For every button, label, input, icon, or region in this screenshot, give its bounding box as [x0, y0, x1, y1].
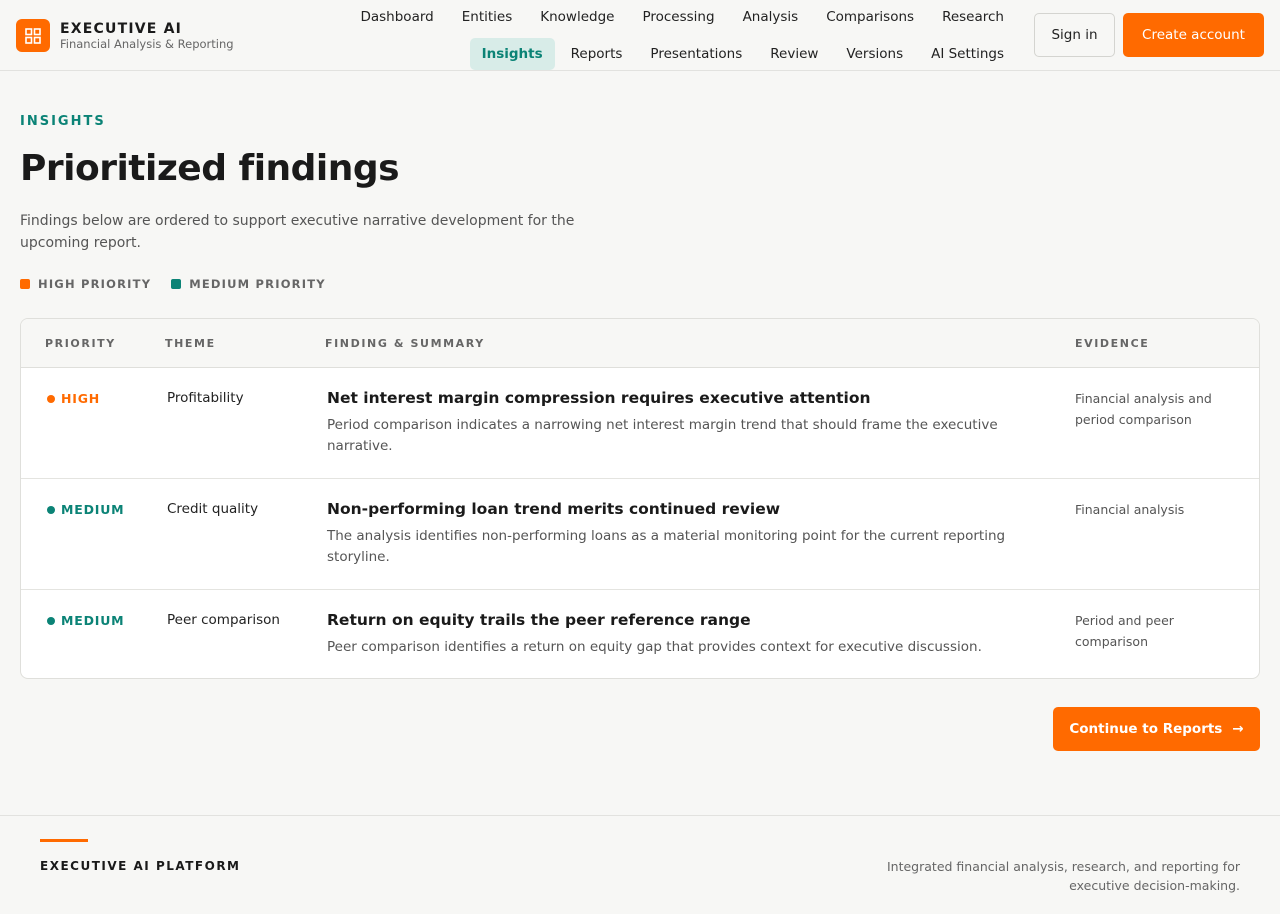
priority-dot	[47, 616, 55, 625]
app-header: EXECUTIVE AI Financial Analysis & Report…	[0, 0, 1280, 71]
legend-high-label: HIGH PRIORITY	[38, 277, 152, 291]
continue-label: Continue to Reports	[1069, 721, 1223, 737]
nav-reports[interactable]: Reports	[559, 38, 635, 70]
sign-in-button[interactable]: Sign in	[1034, 13, 1115, 57]
legend-medium-swatch	[171, 279, 182, 289]
legend-high: HIGH PRIORITY	[20, 277, 151, 291]
nav-review[interactable]: Review	[758, 38, 830, 70]
nav-presentations[interactable]: Presentations	[638, 38, 754, 70]
nav-research[interactable]: Research	[930, 1, 1016, 33]
nav-dashboard[interactable]: Dashboard	[348, 1, 445, 33]
priority-legend: HIGH PRIORITY MEDIUM PRIORITY	[20, 277, 346, 291]
priority-dot	[47, 505, 55, 514]
arrow-right-icon: →	[1232, 721, 1244, 737]
footer-platform-name: EXECUTIVE AI PLATFORM	[40, 859, 241, 873]
page-description: Findings below are ordered to support ex…	[20, 213, 575, 251]
brand-name: EXECUTIVE AI	[60, 20, 183, 37]
create-account-button[interactable]: Create account	[1123, 13, 1264, 57]
findings-table: PRIORITY THEME FINDING & SUMMARY EVIDENC…	[20, 318, 1260, 679]
theme-cell: Peer comparison	[167, 612, 280, 628]
section-eyebrow: INSIGHTS	[20, 114, 106, 129]
priority-label: MEDIUM	[61, 613, 125, 628]
nav-row-primary: Dashboard Entities Knowledge Processing …	[316, 0, 1016, 34]
nav-versions[interactable]: Versions	[834, 38, 915, 70]
finding-summary: Peer comparison identifies a return on e…	[327, 639, 982, 655]
theme-cell: Profitability	[167, 390, 244, 406]
evidence-cell: Financial analysis and period comparison	[1075, 391, 1212, 427]
legend-high-swatch	[20, 279, 30, 289]
finding-title: Non-performing loan trend merits continu…	[327, 500, 781, 518]
nav-row-secondary: Insights Reports Presentations Review Ve…	[316, 38, 1016, 70]
footer-tagline: Integrated financial analysis, research,…	[886, 859, 1240, 893]
evidence-cell: Financial analysis	[1075, 502, 1185, 517]
grid-icon	[16, 19, 50, 52]
footer-accent-bar	[40, 839, 88, 842]
priority-label: HIGH	[61, 391, 101, 406]
continue-to-reports-button[interactable]: Continue to Reports →	[1053, 707, 1260, 751]
nav-processing[interactable]: Processing	[630, 1, 726, 33]
legend-medium: MEDIUM PRIORITY	[171, 277, 326, 291]
nav-entities[interactable]: Entities	[450, 1, 525, 33]
finding-summary: Period comparison indicates a narrowing …	[327, 417, 998, 454]
brand-subtitle: Financial Analysis & Reporting	[60, 36, 234, 51]
priority-badge: HIGH	[47, 391, 100, 406]
finding-cell: Return on equity trails the peer referen…	[327, 610, 1047, 658]
priority-label: MEDIUM	[61, 502, 125, 517]
page-title: Prioritized findings	[20, 148, 400, 189]
priority-badge: MEDIUM	[47, 613, 124, 628]
priority-dot	[47, 394, 55, 403]
finding-title: Net interest margin compression requires…	[327, 389, 871, 407]
header-theme: THEME	[165, 337, 216, 350]
table-row[interactable]: HIGH Profitability Net interest margin c…	[21, 368, 1259, 479]
nav-ai-settings[interactable]: AI Settings	[919, 38, 1016, 70]
nav-knowledge[interactable]: Knowledge	[528, 1, 626, 33]
table-row[interactable]: MEDIUM Credit quality Non-performing loa…	[21, 479, 1259, 590]
nav-insights[interactable]: Insights	[469, 38, 555, 70]
header-priority: PRIORITY	[45, 337, 116, 350]
page-footer: EXECUTIVE AI PLATFORM Integrated financi…	[0, 815, 1280, 914]
nav-comparisons[interactable]: Comparisons	[814, 1, 926, 33]
table-row[interactable]: MEDIUM Peer comparison Return on equity …	[21, 590, 1259, 678]
priority-badge: MEDIUM	[47, 502, 124, 517]
main-nav: Dashboard Entities Knowledge Processing …	[316, 0, 1016, 70]
legend-medium-label: MEDIUM PRIORITY	[189, 277, 326, 291]
finding-cell: Non-performing loan trend merits continu…	[327, 499, 1047, 568]
nav-analysis[interactable]: Analysis	[731, 1, 811, 33]
theme-cell: Credit quality	[167, 501, 259, 517]
header-evidence: EVIDENCE	[1075, 337, 1150, 350]
brand[interactable]: EXECUTIVE AI Financial Analysis & Report…	[16, 19, 234, 52]
finding-summary: The analysis identifies non-performing l…	[327, 528, 1006, 565]
finding-cell: Net interest margin compression requires…	[327, 388, 1047, 457]
header-finding: FINDING & SUMMARY	[325, 337, 485, 350]
finding-title: Return on equity trails the peer referen…	[327, 611, 751, 629]
table-header: PRIORITY THEME FINDING & SUMMARY EVIDENC…	[21, 319, 1259, 368]
evidence-cell: Period and peer comparison	[1075, 613, 1174, 649]
